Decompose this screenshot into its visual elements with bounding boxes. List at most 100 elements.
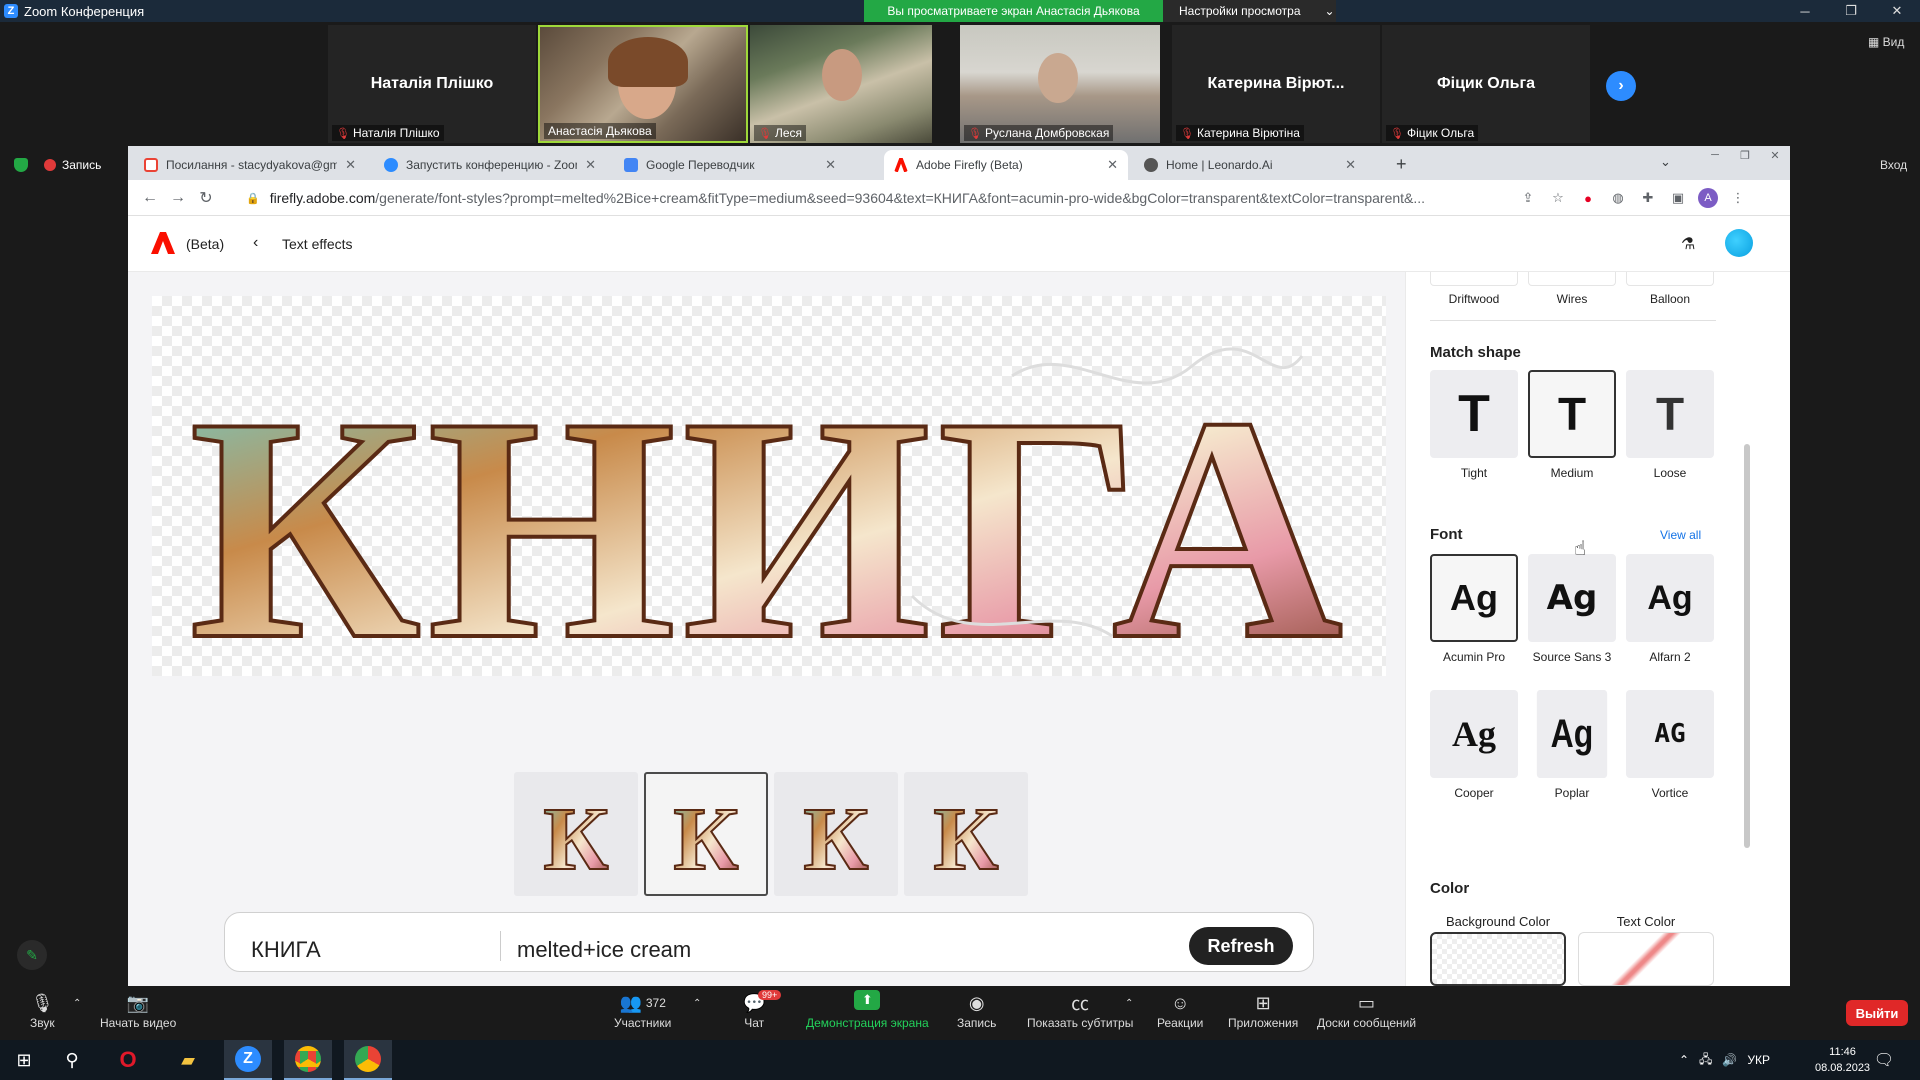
variant-thumbnail[interactable]: К <box>904 772 1028 896</box>
refresh-button[interactable]: Refresh <box>1189 927 1293 965</box>
side-panel-icon[interactable]: ▣ <box>1668 188 1688 208</box>
bookmark-star-icon[interactable]: ☆ <box>1548 188 1568 208</box>
restore-icon[interactable]: ❐ <box>1828 0 1874 22</box>
close-icon[interactable]: ✕ <box>1760 146 1790 164</box>
extensions-puzzle-icon[interactable]: ✚ <box>1638 188 1658 208</box>
style-label-wires[interactable]: Wires <box>1528 292 1616 306</box>
audio-options-chevron-icon[interactable]: ⌃ <box>73 998 81 1009</box>
lock-icon[interactable]: 🔒 <box>246 192 260 205</box>
match-shape-medium[interactable]: T Medium <box>1528 370 1616 480</box>
apps-button[interactable]: ⊞ Приложения <box>1228 990 1298 1031</box>
back-arrow-icon[interactable]: ← <box>136 189 164 207</box>
browser-tab[interactable]: Google Переводчик ✕ <box>614 150 846 180</box>
share-screen-button[interactable]: ⬆ Демонстрация экрана <box>806 990 929 1030</box>
breadcrumb-text-effects[interactable]: Text effects <box>282 236 353 252</box>
close-tab-icon[interactable]: ✕ <box>585 157 596 173</box>
style-card[interactable] <box>1430 272 1518 286</box>
font-option-source-sans[interactable]: Ag Source Sans 3 <box>1528 554 1616 664</box>
start-video-button[interactable]: 📷 Начать видео <box>100 990 176 1031</box>
pinterest-icon[interactable]: ● <box>1578 188 1598 208</box>
annotate-pen-icon[interactable]: ✎ <box>17 940 47 970</box>
browser-tab[interactable]: Home | Leonardo.Ai ✕ <box>1134 150 1366 180</box>
close-icon[interactable]: ✕ <box>1874 0 1920 22</box>
whiteboards-button[interactable]: ▭ Доски сообщений <box>1317 990 1416 1031</box>
background-color-swatch[interactable] <box>1430 932 1566 986</box>
font-option-vortice[interactable]: AG Vortice <box>1626 690 1714 800</box>
next-participants-arrow-icon[interactable]: › <box>1606 71 1636 101</box>
file-explorer-icon[interactable]: ▰ <box>164 1040 212 1080</box>
style-label-driftwood[interactable]: Driftwood <box>1430 292 1518 306</box>
leave-meeting-button[interactable]: Выйти <box>1846 1000 1908 1026</box>
chrome-icon[interactable] <box>344 1040 392 1080</box>
style-card[interactable] <box>1626 272 1714 286</box>
minimize-icon[interactable]: ─ <box>1700 146 1730 164</box>
captions-options-chevron-icon[interactable]: ⌃ <box>1125 998 1133 1009</box>
search-icon[interactable]: ⚲ <box>48 1040 96 1080</box>
match-shape-loose[interactable]: T Loose <box>1626 370 1714 480</box>
close-tab-icon[interactable]: ✕ <box>1345 157 1356 173</box>
style-prompt-input[interactable]: melted+ice cream <box>517 937 691 963</box>
captions-button[interactable]: ㏄ Показать субтитры <box>1027 990 1133 1030</box>
restore-icon[interactable]: ❐ <box>1730 146 1760 164</box>
security-shield-icon[interactable] <box>14 158 28 172</box>
close-tab-icon[interactable]: ✕ <box>345 157 356 173</box>
style-label-balloon[interactable]: Balloon <box>1626 292 1714 306</box>
zoom-app-icon[interactable]: Z <box>224 1040 272 1080</box>
font-option-poplar[interactable]: Ag Poplar <box>1528 690 1616 800</box>
audio-button[interactable]: 🎙 Звук <box>30 990 55 1031</box>
new-tab-plus-icon[interactable]: + <box>1396 154 1407 175</box>
user-avatar[interactable] <box>1725 229 1753 257</box>
notifications-icon[interactable]: 🗨 <box>1860 1040 1908 1080</box>
tray-expand-chevron-icon[interactable]: ⌃ <box>1679 1053 1689 1067</box>
participant-tile[interactable]: Наталія Плішко 🎙 Наталія Плішко <box>328 25 536 143</box>
windows-start-icon[interactable]: ⊞ <box>0 1040 48 1080</box>
variant-thumbnail[interactable]: К <box>774 772 898 896</box>
recording-indicator[interactable]: Запись <box>44 158 101 172</box>
record-button[interactable]: ◉ Запись <box>957 990 996 1031</box>
tab-search-chevron-icon[interactable]: ⌄ <box>1660 154 1671 170</box>
participant-tile[interactable]: 🎙 Руслана Домбровская <box>960 25 1160 143</box>
profile-avatar[interactable]: A <box>1698 188 1718 208</box>
participants-options-chevron-icon[interactable]: ⌃ <box>693 998 701 1009</box>
browser-tab[interactable]: Посилання - stacydyakova@gm ✕ <box>134 150 366 180</box>
flask-icon[interactable]: ⚗ <box>1681 234 1695 254</box>
participants-button[interactable]: 👥 372 Участники <box>614 990 671 1031</box>
browser-tab[interactable]: Запустить конференцию - Zoom ✕ <box>374 150 606 180</box>
forward-arrow-icon[interactable]: → <box>164 189 192 207</box>
reactions-button[interactable]: ☺ Реакции <box>1157 990 1203 1031</box>
minimize-icon[interactable]: ─ <box>1782 0 1828 22</box>
participant-tile[interactable]: Катерина Вірют... 🎙 Катерина Вірютіна <box>1172 25 1380 143</box>
volume-icon[interactable]: 🔊 <box>1722 1053 1737 1067</box>
address-bar[interactable]: 🔒 firefly.adobe.com/generate/font-styles… <box>246 184 1666 212</box>
close-tab-icon[interactable]: ✕ <box>1107 157 1118 173</box>
view-layout-button[interactable]: ▦ Вид <box>1868 35 1904 49</box>
back-chevron-icon[interactable]: ‹ <box>253 234 258 252</box>
font-option-alfarn[interactable]: Ag Alfarn 2 <box>1626 554 1714 664</box>
panel-scrollbar-thumb[interactable] <box>1744 444 1750 848</box>
text-color-swatch[interactable] <box>1578 932 1714 986</box>
translate-globe-icon[interactable]: ◍ <box>1608 188 1628 208</box>
opera-browser-icon[interactable]: O <box>104 1040 152 1080</box>
participant-tile-active-speaker[interactable]: Анастасія Дьякова <box>538 25 748 143</box>
participant-tile[interactable]: Фіцик Ольга 🎙 Фіцик Ольга <box>1382 25 1590 143</box>
participant-tile[interactable]: 🎙 Леся <box>750 25 932 143</box>
browser-tab-active[interactable]: Adobe Firefly (Beta) ✕ <box>884 150 1128 180</box>
font-option-acumin-pro[interactable]: Ag Acumin Pro <box>1430 554 1518 664</box>
network-icon[interactable]: 🖧 <box>1699 1050 1712 1071</box>
view-settings-button[interactable]: Настройки просмотра ⌄ <box>1163 0 1336 22</box>
enter-button[interactable]: Вход <box>1880 158 1907 172</box>
variant-thumbnail[interactable]: К <box>514 772 638 896</box>
generated-preview[interactable]: КНИГА <box>152 296 1386 708</box>
style-card[interactable] <box>1528 272 1616 286</box>
variant-thumbnail-selected[interactable]: К <box>644 772 768 896</box>
text-input[interactable]: КНИГА <box>251 937 321 963</box>
keyboard-language[interactable]: УКР <box>1747 1053 1770 1067</box>
reload-icon[interactable]: ↻ <box>192 188 220 208</box>
view-all-fonts-link[interactable]: View all <box>1660 528 1701 542</box>
close-tab-icon[interactable]: ✕ <box>825 157 836 173</box>
share-icon[interactable]: ⇪ <box>1518 188 1538 208</box>
chrome-icon[interactable] <box>284 1040 332 1080</box>
match-shape-tight[interactable]: T Tight <box>1430 370 1518 480</box>
adobe-logo-icon[interactable] <box>151 232 175 254</box>
font-option-cooper[interactable]: Ag Cooper <box>1430 690 1518 800</box>
